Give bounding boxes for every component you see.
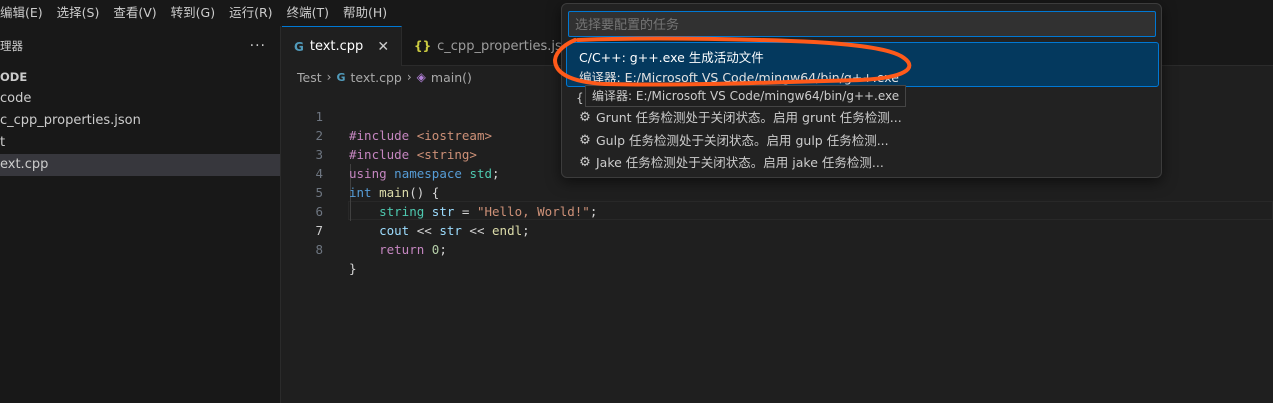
tree-item-test[interactable]: t bbox=[0, 132, 280, 154]
quick-pick-item-jake[interactable]: ⚙ Jake 任务检测处于关闭状态。启用 jake 任务检测... bbox=[578, 152, 884, 174]
menu-help[interactable]: 帮助(H) bbox=[337, 0, 395, 26]
menu-selection[interactable]: 选择(S) bbox=[51, 0, 108, 26]
tab-text-cpp[interactable]: G text.cpp ✕ bbox=[282, 26, 403, 66]
cpp-file-icon: G bbox=[294, 39, 304, 54]
breadcrumb-file[interactable]: text.cpp bbox=[350, 70, 401, 85]
quick-pick-item-gulp[interactable]: ⚙ Gulp 任务检测处于关闭状态。启用 gulp 任务检测... bbox=[578, 130, 889, 152]
code-line: 2 #include <string> bbox=[282, 107, 477, 162]
workspace-folder[interactable]: ODE bbox=[0, 66, 280, 88]
menu-terminal[interactable]: 终端(T) bbox=[281, 0, 337, 26]
quick-pick-item-label: Gulp 任务检测处于关闭状态。启用 gulp 任务检测... bbox=[596, 133, 889, 148]
tree-item-c-cpp-properties[interactable]: c_cpp_properties.json bbox=[0, 110, 280, 132]
quick-pick-item-label: Grunt 任务检测处于关闭状态。启用 grunt 任务检测... bbox=[596, 110, 902, 125]
symbol-method-icon: ◈ bbox=[416, 70, 426, 84]
code-line: 7 return 0; bbox=[282, 202, 446, 257]
task-search-input[interactable] bbox=[568, 11, 1156, 37]
chevron-right-icon: › bbox=[326, 70, 332, 84]
brace-icon: { bbox=[576, 91, 584, 105]
detail-tooltip: 编译器: E:/Microsoft VS Code/mingw64/bin/g+… bbox=[585, 85, 907, 107]
quick-pick-item-grunt[interactable]: ⚙ Grunt 任务检测处于关闭状态。启用 grunt 任务检测... bbox=[578, 107, 902, 129]
code-line: 1 #include <iostream> bbox=[282, 88, 492, 143]
menu-view[interactable]: 查看(V) bbox=[107, 0, 164, 26]
quick-pick-item-selected[interactable]: C/C++: g++.exe 生成活动文件 编译器: E:/Microsoft … bbox=[566, 42, 1159, 87]
code-line: 8 } bbox=[282, 221, 356, 276]
explorer-header: 理器 ··· bbox=[0, 26, 280, 66]
chevron-right-icon: › bbox=[406, 70, 412, 84]
explorer-title: 理器 bbox=[0, 39, 23, 53]
tree-item-vscode[interactable]: code bbox=[0, 88, 280, 110]
gear-icon: ⚙ bbox=[579, 133, 591, 148]
code-line: 4 int main() { bbox=[282, 145, 439, 200]
json-file-icon: {} bbox=[414, 39, 432, 53]
line-number: 8 bbox=[315, 242, 323, 257]
quick-pick-item-label: Jake 任务检测处于关闭状态。启用 jake 任务检测... bbox=[596, 155, 884, 170]
code-line: 6 cout << str << endl; bbox=[282, 183, 529, 238]
code-line: 3 using namespace std; bbox=[282, 126, 499, 181]
menu-run[interactable]: 运行(R) bbox=[223, 0, 280, 26]
breadcrumb: Test › G text.cpp › ◈ main() bbox=[297, 66, 472, 88]
code-line: 5 string str = "Hello, World!"; bbox=[282, 164, 597, 219]
explorer-sidebar: 理器 ··· ODE code c_cpp_properties.json t … bbox=[0, 26, 281, 403]
tab-label: text.cpp bbox=[309, 39, 364, 54]
close-icon[interactable]: ✕ bbox=[377, 39, 389, 55]
tree-item-text-cpp[interactable]: ext.cpp bbox=[0, 154, 280, 176]
gear-icon: ⚙ bbox=[579, 155, 591, 170]
quick-pick-item-detail: 编译器: E:/Microsoft VS Code/mingw64/bin/g+… bbox=[579, 70, 899, 85]
breadcrumb-symbol[interactable]: main() bbox=[431, 70, 472, 85]
quick-pick-item-label: C/C++: g++.exe 生成活动文件 bbox=[579, 50, 764, 65]
breadcrumb-folder[interactable]: Test bbox=[297, 70, 322, 85]
gear-icon: ⚙ bbox=[579, 110, 591, 125]
cpp-file-icon: G bbox=[336, 70, 346, 84]
menu-go[interactable]: 转到(G) bbox=[165, 0, 223, 26]
tab-label: c_cpp_properties.json bbox=[437, 38, 578, 54]
menu-edit[interactable]: 编辑(E) bbox=[0, 0, 51, 26]
more-actions-icon[interactable]: ··· bbox=[250, 38, 266, 54]
